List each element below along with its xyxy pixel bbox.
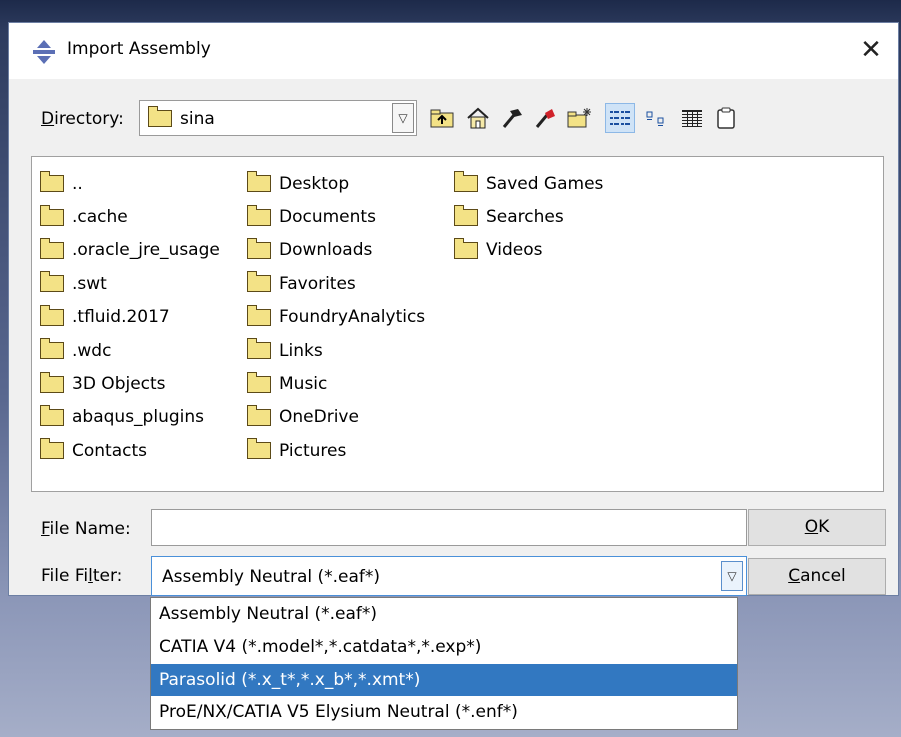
ok-button[interactable]: OK: [748, 509, 886, 546]
file-list-item-label: Documents: [279, 207, 376, 228]
folder-icon: [247, 204, 271, 226]
file-column-3: Saved Games Searches Videos: [454, 167, 603, 267]
cancel-button[interactable]: Cancel: [748, 558, 886, 595]
file-list-item[interactable]: Desktop: [247, 167, 425, 200]
file-list-item[interactable]: abaqus_plugins: [40, 401, 220, 434]
file-list-item-label: abaqus_plugins: [72, 407, 204, 428]
file-list-item[interactable]: 3D Objects: [40, 367, 220, 400]
chevron-down-icon[interactable]: ▽: [392, 103, 414, 133]
folder-icon: [247, 404, 271, 426]
file-filter-option[interactable]: CATIA V4 (*.model*,*.catdata*,*.exp*): [151, 631, 737, 664]
file-column-2: Desktop Documents Downloads Favorites Foundr…: [247, 167, 425, 468]
file-list-item[interactable]: Pictures: [247, 434, 425, 467]
file-list-item[interactable]: Music: [247, 367, 425, 400]
up-folder-icon[interactable]: [427, 103, 457, 133]
file-list-item-label: .wdc: [72, 340, 112, 361]
folder-icon: [40, 438, 64, 460]
file-list-item[interactable]: ..: [40, 167, 220, 200]
folder-icon: [247, 438, 271, 460]
file-list-item[interactable]: Videos: [454, 234, 603, 267]
file-filter-option[interactable]: Parasolid (*.x_t*,*.x_b*,*.xmt*): [151, 663, 737, 697]
folder-icon: [247, 338, 271, 360]
file-list-item[interactable]: Favorites: [247, 267, 425, 300]
move-arrows-icon: [33, 40, 55, 64]
new-folder-icon[interactable]: [565, 103, 595, 133]
file-list-item[interactable]: Documents: [247, 200, 425, 233]
file-name-input[interactable]: [151, 509, 747, 546]
folder-icon: [454, 171, 478, 193]
folder-icon: [247, 304, 271, 326]
file-list-item-label: Searches: [486, 207, 564, 228]
folder-icon: [247, 237, 271, 259]
file-list-item[interactable]: Searches: [454, 200, 603, 233]
file-list-item[interactable]: Saved Games: [454, 167, 603, 200]
file-list-item-label: ..: [72, 173, 83, 194]
file-list-item-label: Videos: [486, 240, 543, 261]
file-list-item[interactable]: Contacts: [40, 434, 220, 467]
file-column-1: .. .cache .oracle_jre_usage .swt .tfluid.201…: [40, 167, 220, 468]
file-list-item[interactable]: OneDrive: [247, 401, 425, 434]
file-list-item[interactable]: FoundryAnalytics: [247, 301, 425, 334]
file-list-item-label: Contacts: [72, 440, 147, 461]
file-list-item-label: .oracle_jre_usage: [72, 240, 220, 261]
folder-icon: [454, 237, 478, 259]
clipboard-icon[interactable]: [711, 103, 741, 133]
file-list-item-label: 3D Objects: [72, 374, 166, 395]
file-list-item-label: .tfluid.2017: [72, 307, 170, 328]
file-list-item-label: FoundryAnalytics: [279, 307, 426, 328]
icon-view-icon[interactable]: [641, 103, 671, 133]
file-list-item-label: Links: [279, 340, 323, 361]
directory-label: Directory:: [41, 109, 124, 129]
chevron-down-icon[interactable]: ▽: [721, 561, 743, 591]
folder-icon: [40, 404, 64, 426]
close-button[interactable]: ✕: [854, 33, 888, 67]
file-list-item[interactable]: .oracle_jre_usage: [40, 234, 220, 267]
folder-icon: [247, 271, 271, 293]
dialog-title: Import Assembly: [67, 39, 211, 59]
folder-icon: [40, 304, 64, 326]
directory-value: sina: [180, 109, 215, 129]
file-list-item-label: Saved Games: [486, 173, 604, 194]
file-list-item[interactable]: .tfluid.2017: [40, 301, 220, 334]
folder-icon: [148, 106, 172, 127]
home-icon[interactable]: [463, 103, 493, 133]
file-list-item-label: .swt: [72, 273, 107, 294]
folder-icon: [454, 204, 478, 226]
directory-combobox[interactable]: sina ▽: [139, 100, 417, 136]
title-bar[interactable]: Import Assembly ✕: [9, 23, 898, 79]
folder-icon: [40, 171, 64, 193]
folder-icon: [247, 371, 271, 393]
file-filter-dropdown-list[interactable]: Assembly Neutral (*.eaf*) CATIA V4 (*.mod…: [150, 597, 738, 730]
import-assembly-dialog: Import Assembly ✕ Directory: sina ▽ .. .…: [8, 22, 899, 596]
folder-icon: [247, 171, 271, 193]
file-list-item-label: Desktop: [279, 173, 350, 194]
file-filter-option[interactable]: Assembly Neutral (*.eaf*): [151, 598, 737, 631]
file-name-label: File Name:: [41, 519, 131, 539]
file-list-item[interactable]: .cache: [40, 200, 220, 233]
file-list-item[interactable]: Links: [247, 334, 425, 367]
folder-icon: [40, 237, 64, 259]
file-list-item-label: OneDrive: [279, 407, 359, 428]
file-filter-label: File Filter:: [41, 566, 123, 586]
bookmark-icon[interactable]: [531, 103, 561, 133]
file-list-item-label: .cache: [72, 207, 128, 228]
file-list-item[interactable]: .wdc: [40, 334, 220, 367]
file-filter-option[interactable]: ProE/NX/CATIA V5 Elysium Neutral (*.enf*…: [151, 696, 737, 729]
hammer-icon[interactable]: [497, 103, 527, 133]
folder-icon: [40, 338, 64, 360]
details-view-icon[interactable]: [677, 103, 707, 133]
list-view-icon[interactable]: [605, 103, 635, 133]
folder-icon: [40, 204, 64, 226]
file-filter-combobox[interactable]: Assembly Neutral (*.eaf*) ▽: [151, 556, 747, 596]
file-list-item-label: Music: [279, 374, 328, 395]
file-list-item[interactable]: Downloads: [247, 234, 425, 267]
file-list-item[interactable]: .swt: [40, 267, 220, 300]
file-list-item-label: Pictures: [279, 440, 347, 461]
file-list[interactable]: .. .cache .oracle_jre_usage .swt .tfluid.201…: [31, 156, 884, 492]
file-filter-value: Assembly Neutral (*.eaf*): [162, 567, 381, 587]
file-list-item-label: Favorites: [279, 273, 356, 294]
folder-icon: [40, 271, 64, 293]
file-list-item-label: Downloads: [279, 240, 373, 261]
folder-icon: [40, 371, 64, 393]
